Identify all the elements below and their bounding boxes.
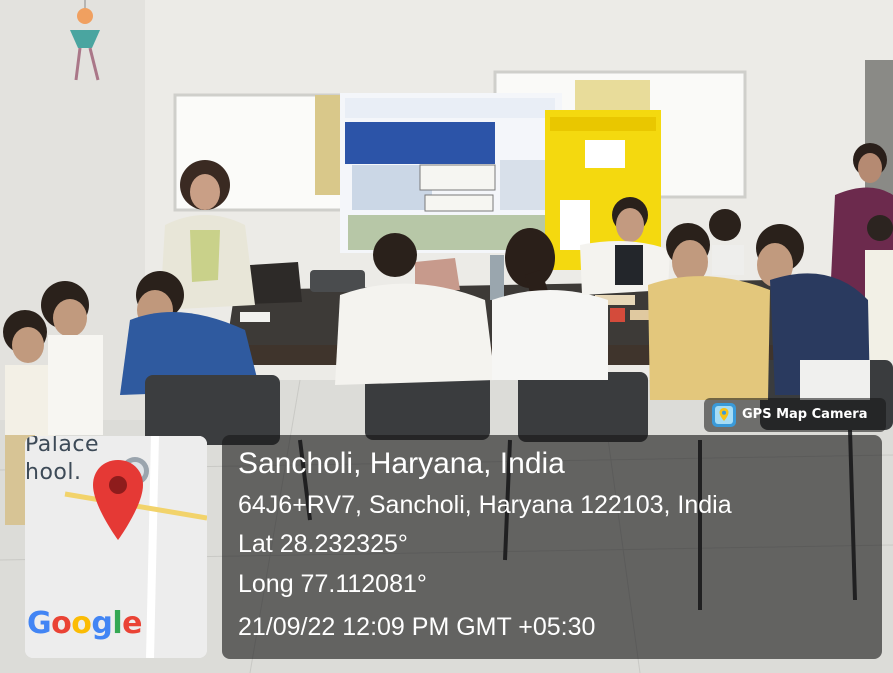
google-logo: Google bbox=[27, 606, 143, 641]
map-thumbnail: Palace hool. Google bbox=[25, 436, 207, 658]
gps-map-camera-badge: GPS Map Camera bbox=[704, 398, 886, 432]
longitude: Long 77.112081° bbox=[238, 570, 427, 598]
latitude: Lat 28.232325° bbox=[238, 530, 408, 558]
map-pin-icon bbox=[93, 460, 143, 540]
location-title: Sancholi, Haryana, India bbox=[238, 447, 565, 480]
location-info-panel: Sancholi, Haryana, India 64J6+RV7, Sanch… bbox=[222, 435, 882, 659]
gps-map-camera-label: GPS Map Camera bbox=[742, 407, 868, 422]
geotagged-photo: GPS Map Camera Palace hool. Google Sanch… bbox=[0, 0, 893, 673]
timestamp: 21/09/22 12:09 PM GMT +05:30 bbox=[238, 613, 596, 641]
gps-map-camera-icon bbox=[712, 403, 736, 427]
map-place-label-2: hool. bbox=[25, 460, 82, 485]
map-place-label: Palace bbox=[25, 436, 99, 457]
location-address: 64J6+RV7, Sancholi, Haryana 122103, Indi… bbox=[238, 491, 732, 519]
